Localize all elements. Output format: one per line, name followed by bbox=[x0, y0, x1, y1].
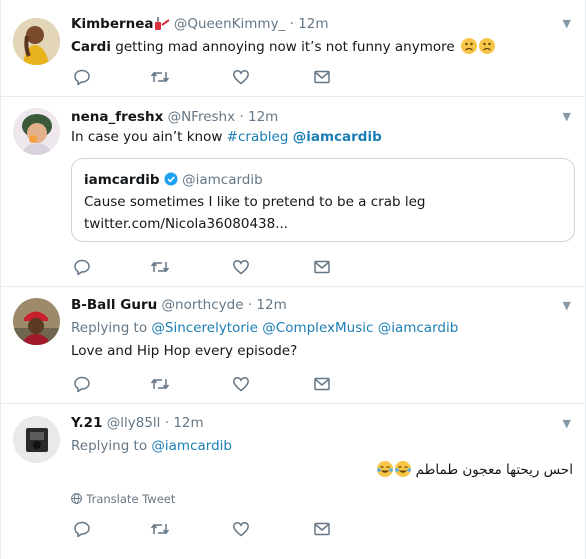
user-handle[interactable]: @lly85ll bbox=[107, 415, 161, 431]
tweet-text-bold: Cardi bbox=[71, 39, 111, 55]
reply-mention-link[interactable]: @ComplexMusic bbox=[262, 320, 373, 336]
tweet-text: Cardi getting mad annoying now it’s not … bbox=[71, 37, 571, 58]
replying-label: Replying to bbox=[71, 320, 148, 336]
tweet[interactable]: Kimbernea @QueenKimmy_ · 12m Cardi getti… bbox=[1, 0, 585, 97]
timestamp[interactable]: 12m bbox=[248, 109, 278, 125]
user-handle[interactable]: @NFreshx bbox=[168, 109, 236, 125]
retweet-icon[interactable] bbox=[150, 520, 170, 540]
timestamp[interactable]: 12m bbox=[298, 16, 328, 32]
retweet-icon[interactable] bbox=[150, 258, 170, 278]
tweet-header: B-Ball Guru @northcyde · 12m bbox=[71, 295, 571, 315]
avatar[interactable] bbox=[13, 416, 60, 463]
direct-message-icon[interactable] bbox=[313, 375, 333, 395]
quoted-tweet-text: Cause sometimes I like to pretend to be … bbox=[84, 194, 426, 210]
direct-message-icon[interactable] bbox=[313, 68, 333, 88]
reply-mention-link[interactable]: @iamcardib bbox=[378, 320, 459, 336]
direct-message-icon[interactable] bbox=[313, 520, 333, 540]
chevron-down-icon[interactable]: ▼ bbox=[563, 17, 571, 30]
like-icon[interactable] bbox=[232, 520, 252, 540]
frowning-emoji-icon bbox=[478, 38, 495, 54]
display-name[interactable]: B-Ball Guru bbox=[71, 297, 157, 313]
quoted-tweet-header: iamcardib @iamcardib bbox=[84, 170, 263, 190]
translate-tweet-label[interactable]: Translate Tweet bbox=[86, 492, 175, 506]
separator-dot: · bbox=[239, 109, 244, 125]
tweet-header: Y.21 @lly85ll · 12m bbox=[71, 413, 571, 433]
tweet-header: Kimbernea @QueenKimmy_ · 12m bbox=[71, 14, 571, 34]
tweet-text-body: In case you ain’t know bbox=[71, 129, 227, 145]
reply-icon[interactable] bbox=[73, 258, 93, 278]
tweet-actions bbox=[71, 68, 371, 88]
direct-message-icon[interactable] bbox=[313, 258, 333, 278]
tweet-actions bbox=[71, 520, 371, 540]
chevron-down-icon[interactable]: ▼ bbox=[563, 110, 571, 123]
chevron-down-icon[interactable]: ▼ bbox=[563, 417, 571, 430]
separator-dot: · bbox=[164, 415, 170, 431]
tweet-text: Love and Hip Hop every episode? bbox=[71, 343, 298, 359]
like-icon[interactable] bbox=[232, 68, 252, 88]
quoted-tweet-link[interactable]: twitter.com/Nicola36080438... bbox=[84, 214, 288, 235]
display-name[interactable]: Kimbernea bbox=[71, 16, 154, 32]
timestamp[interactable]: 12m bbox=[173, 415, 203, 431]
display-name[interactable]: nena_freshx bbox=[71, 109, 163, 125]
tweet[interactable]: Y.21 @lly85ll · 12m Replying to @iamcard… bbox=[1, 404, 585, 559]
hashtag-link[interactable]: #crableg bbox=[227, 129, 289, 145]
quoted-tweet[interactable]: iamcardib @iamcardib Cause sometimes I l… bbox=[71, 158, 575, 242]
tweet-text: احس ريحتها معجون طماطم bbox=[375, 460, 573, 480]
reply-icon[interactable] bbox=[73, 375, 93, 395]
tears-of-joy-emoji-icon bbox=[377, 461, 394, 477]
reply-icon[interactable] bbox=[73, 68, 93, 88]
reply-mention-link[interactable]: @iamcardib bbox=[151, 438, 232, 454]
reply-mention-link[interactable]: @Sincerelytorie bbox=[151, 320, 258, 336]
tweet-text: In case you ain’t know #crableg @iamcard… bbox=[71, 127, 571, 148]
translate-tweet-link[interactable]: Translate Tweet bbox=[71, 491, 175, 507]
retweet-icon[interactable] bbox=[150, 68, 170, 88]
verified-badge-icon bbox=[164, 172, 178, 186]
chevron-down-icon[interactable]: ▼ bbox=[563, 299, 571, 312]
globe-icon bbox=[71, 493, 82, 504]
quoted-display-name[interactable]: iamcardib bbox=[84, 172, 160, 188]
tweet-actions bbox=[71, 375, 371, 395]
separator-dot: · bbox=[289, 16, 294, 32]
like-icon[interactable] bbox=[232, 258, 252, 278]
user-handle[interactable]: @QueenKimmy_ bbox=[174, 16, 286, 32]
avatar[interactable] bbox=[13, 108, 60, 155]
tweet[interactable]: B-Ball Guru @northcyde · 12m Replying to… bbox=[1, 287, 585, 404]
avatar[interactable] bbox=[13, 298, 60, 345]
mention-link[interactable]: @iamcardib bbox=[293, 129, 382, 145]
avatar[interactable] bbox=[13, 18, 60, 65]
like-icon[interactable] bbox=[232, 375, 252, 395]
quoted-user-handle[interactable]: @iamcardib bbox=[182, 172, 263, 188]
separator-dot: · bbox=[247, 297, 253, 313]
retweet-icon[interactable] bbox=[150, 375, 170, 395]
frowning-emoji-icon bbox=[460, 38, 477, 54]
replying-to: Replying to @Sincerelytorie @ComplexMusi… bbox=[71, 317, 571, 339]
tweet-feed: Kimbernea @QueenKimmy_ · 12m Cardi getti… bbox=[0, 0, 586, 559]
replying-label: Replying to bbox=[71, 438, 148, 454]
tweet-header: nena_freshx @NFreshx · 12m bbox=[71, 107, 571, 127]
nail-polish-icon bbox=[154, 17, 170, 30]
reply-icon[interactable] bbox=[73, 520, 93, 540]
tweet[interactable]: nena_freshx @NFreshx · 12m In case you a… bbox=[1, 97, 585, 287]
tweet-text-body: getting mad annoying now it’s not funny … bbox=[110, 39, 455, 55]
tweet-actions bbox=[71, 258, 371, 278]
replying-to: Replying to @iamcardib bbox=[71, 435, 571, 457]
timestamp[interactable]: 12m bbox=[256, 297, 286, 313]
user-handle[interactable]: @northcyde bbox=[162, 297, 244, 313]
display-name[interactable]: Y.21 bbox=[71, 415, 102, 431]
tears-of-joy-emoji-icon bbox=[395, 461, 412, 477]
tweet-text-body: احس ريحتها معجون طماطم bbox=[415, 462, 573, 478]
